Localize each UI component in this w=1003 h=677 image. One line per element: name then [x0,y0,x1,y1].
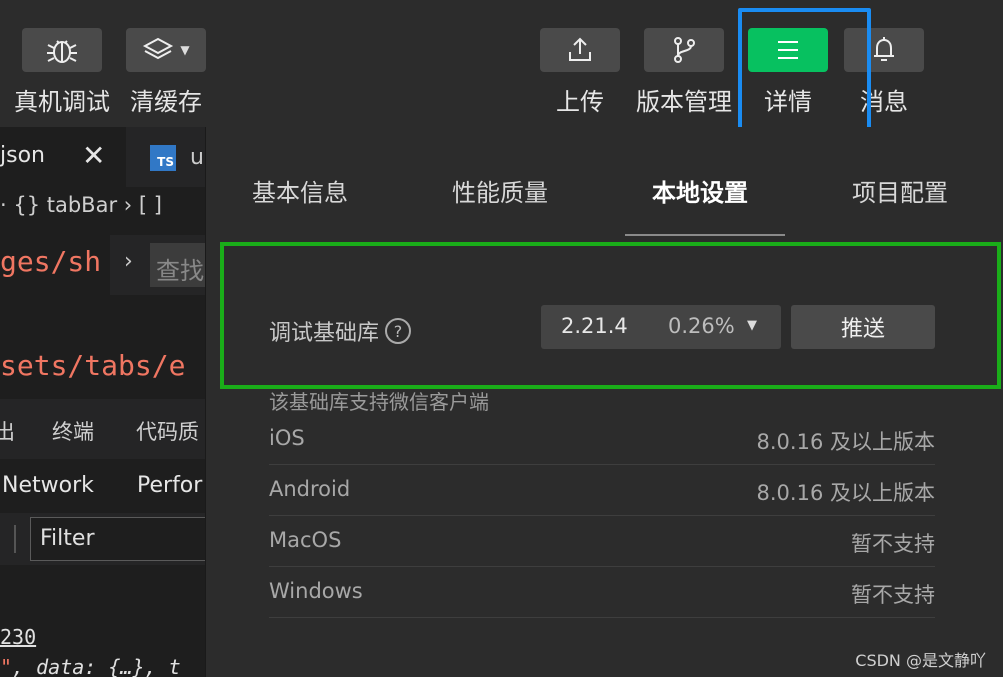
lib-version-share: 0.26% [668,314,735,338]
editor-tabstrip: json ✕ TS u [0,127,205,187]
console-string: " [0,655,13,677]
console-object: , data: {…}, t [12,655,181,677]
clear-cache-label: 清缓存 [130,88,202,116]
platform-name: Android [269,477,351,501]
support-row: Android 8.0.16 及以上版本 [269,465,935,516]
console-filter-bar: Filter [0,513,205,565]
bug-icon [47,40,77,63]
platform-name: MacOS [269,528,342,552]
upload-icon [569,37,591,61]
tab-code-quality[interactable]: 代码质 [136,416,199,446]
help-icon[interactable]: ? [385,318,412,344]
tab-output[interactable]: 出 [0,416,15,446]
chevron-down-icon: ▼ [747,318,757,333]
platform-support: 暂不支持 [851,583,935,607]
filter-input[interactable]: Filter [30,517,205,561]
find-input[interactable]: 查找 [150,243,205,287]
support-row: MacOS 暂不支持 [269,516,935,567]
details-panel: 基本信息 性能质量 本地设置 项目配置 调试基础库 ? 2.21.4 0.26%… [205,127,1003,677]
platform-support: 暂不支持 [851,532,935,556]
divider [14,525,16,553]
platform-support: 8.0.16 及以上版本 [756,481,935,505]
upload-label: 上传 [556,88,604,116]
code-line: sets/tabs/e [0,349,186,382]
details-highlight-box [738,8,871,139]
tab-network[interactable]: Network [2,473,94,498]
clear-cache-button[interactable]: ▼ [126,28,206,72]
top-toolbar: 真机调试 ▼ 清缓存 上传 版本管理 详情 消息 [0,0,1003,139]
file-tab-label: json [0,143,45,168]
tab-basic-info[interactable]: 基本信息 [252,173,348,208]
bell-icon [874,37,894,61]
chevron-down-icon: ▼ [180,43,190,57]
find-widget: › 查找 [110,235,205,295]
remote-debug-button[interactable] [22,28,102,72]
code-line: ges/sh [0,239,110,287]
bottom-panel-tabs: 出 终端 代码质 [0,399,205,459]
active-tab-indicator [625,234,785,236]
breadcrumb[interactable]: · {} tabBar › [ ] [0,193,162,217]
debug-lib-text: 调试基础库 [269,321,380,346]
lib-version-select[interactable]: 2.21.4 0.26% ▼ [541,305,781,349]
support-row: iOS 8.0.16 及以上版本 [269,414,935,465]
branch-icon [674,37,695,63]
tab-local-settings[interactable]: 本地设置 [652,173,748,208]
debug-lib-label: 调试基础库 ? [269,315,412,347]
console-log-line: ", data: {…}, t [0,655,181,677]
watermark: CSDN @是文静吖 [855,651,986,670]
file-tab-json[interactable]: json ✕ [0,127,126,187]
version-manage-label: 版本管理 [636,88,732,116]
tab-performance-quality[interactable]: 性能质量 [452,173,548,208]
devtools-tabs: Network Perfor [0,459,205,513]
support-title: 该基础库支持微信客户端 [269,390,489,414]
platform-support: 8.0.16 及以上版本 [756,430,935,454]
chevron-right-icon[interactable]: › [124,249,133,274]
push-button[interactable]: 推送 [791,305,935,349]
platform-name: Windows [269,579,363,603]
remote-debug-label: 真机调试 [14,88,110,116]
support-row: Windows 暂不支持 [269,567,935,618]
typescript-file-icon: TS [150,145,176,171]
tab-project-config[interactable]: 项目配置 [852,173,948,208]
platform-name: iOS [269,426,305,450]
close-icon[interactable]: ✕ [82,139,105,172]
layers-icon [143,37,174,60]
console-source-link[interactable]: 230 [0,625,36,649]
editor-area: json ✕ TS u · {} tabBar › [ ] ges/sh › 查… [0,127,205,677]
lib-version-value: 2.21.4 [561,314,628,338]
tab-performance[interactable]: Perfor [137,473,202,498]
tab-terminal[interactable]: 终端 [52,416,94,446]
file-tab-ts-label[interactable]: u [190,145,204,170]
version-manage-button[interactable] [644,28,724,72]
upload-button[interactable] [540,28,620,72]
